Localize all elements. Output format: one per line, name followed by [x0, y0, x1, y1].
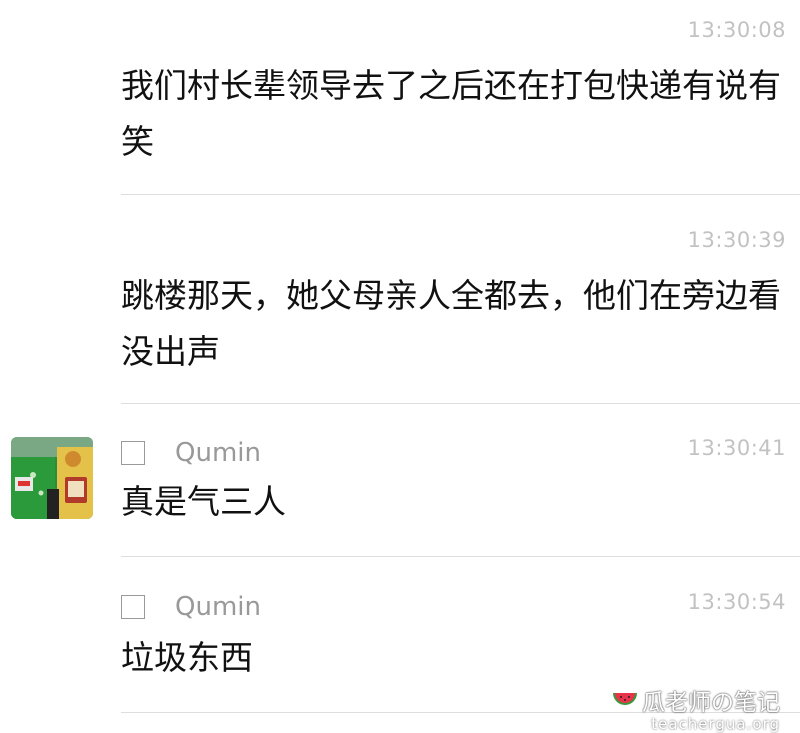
message-item[interactable]: 13:30:39 跳楼那天，她父母亲人全都去，他们在旁边看没出声	[0, 196, 800, 406]
watermark: 瓜老师の笔记 teachergua.org	[612, 683, 780, 733]
sender-row: Qumin	[121, 591, 261, 623]
message-item[interactable]: Qumin 13:30:41 真是气三人	[0, 406, 800, 558]
sender-name: Qumin	[175, 592, 261, 622]
sender-name: Qumin	[175, 438, 261, 468]
watermark-title: 瓜老师の笔记	[642, 690, 780, 716]
message-timestamp: 13:30:41	[687, 436, 786, 460]
select-checkbox[interactable]	[121, 595, 145, 619]
message-divider	[121, 194, 800, 195]
message-timestamp: 13:30:08	[687, 18, 786, 42]
message-timestamp: 13:30:39	[687, 228, 786, 252]
select-checkbox[interactable]	[121, 441, 145, 465]
message-text: 跳楼那天，她父母亲人全都去，他们在旁边看没出声	[121, 276, 781, 371]
message-timestamp: 13:30:54	[687, 590, 786, 614]
watermark-url: teachergua.org	[651, 715, 780, 733]
message-text: 我们村长辈领导去了之后还在打包快递有说有笑	[121, 66, 781, 161]
message-divider	[121, 556, 800, 557]
watermelon-icon	[613, 693, 637, 705]
message-item[interactable]: 13:30:08 我们村长辈领导去了之后还在打包快递有说有笑	[0, 0, 800, 196]
message-divider	[121, 403, 800, 404]
sender-row: Qumin	[121, 437, 261, 469]
message-text: 真是气三人	[121, 482, 286, 521]
message-text: 垃圾东西	[121, 638, 253, 677]
